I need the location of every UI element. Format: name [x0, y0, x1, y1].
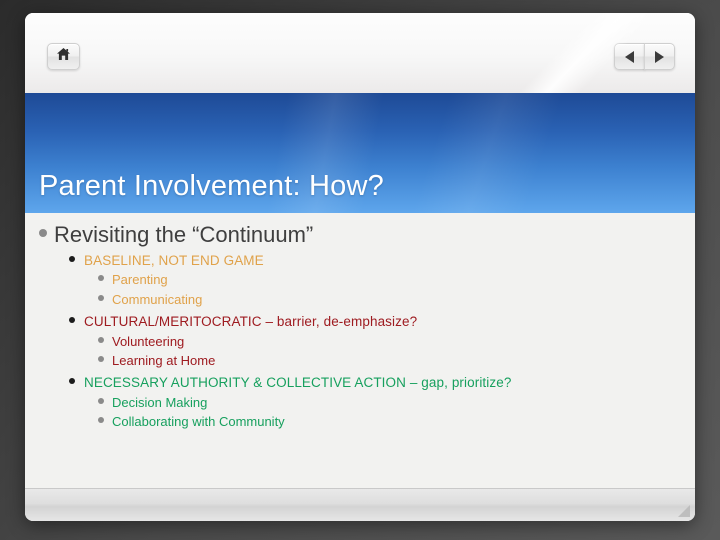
bullet-dot-icon — [98, 417, 104, 424]
group-heading: CULTURAL/MERITOCRATIC – barrier, de-emph… — [69, 314, 695, 331]
slide-title: Parent Involvement: How? — [39, 170, 384, 202]
presentation-viewer-window: Parent Involvement: How? Revisiting the … — [25, 13, 695, 521]
list-item-label: Learning at Home — [112, 353, 216, 368]
bullet-dot-icon — [98, 398, 104, 405]
bullet-dot-icon — [98, 275, 104, 282]
list-item: Decision Making — [98, 395, 695, 411]
next-slide-button[interactable] — [644, 43, 675, 70]
resize-grip-icon[interactable] — [678, 505, 690, 517]
slide-navigation-group — [614, 43, 675, 70]
slide-content: Revisiting the “Continuum” BASELINE, NOT… — [25, 213, 695, 487]
group-heading-text: NECESSARY AUTHORITY & COLLECTIVE ACTION … — [84, 375, 512, 391]
list-item-label: Parenting — [112, 272, 168, 288]
group-heading-text: CULTURAL/MERITOCRATIC – barrier, de-emph… — [84, 313, 418, 329]
slide-heading-text: Revisiting the “Continuum” — [54, 222, 314, 247]
slide-title-band: Parent Involvement: How? — [25, 93, 695, 213]
group-heading: NECESSARY AUTHORITY & COLLECTIVE ACTION … — [69, 375, 695, 392]
list-item: Volunteering — [98, 334, 695, 350]
triangle-right-icon — [655, 50, 664, 63]
content-group: BASELINE, NOT END GAME Parenting Communi… — [25, 253, 695, 308]
bullet-dot-icon — [69, 316, 75, 323]
bullet-dot-icon — [69, 378, 75, 385]
group-heading-text: BASELINE, NOT END GAME — [84, 252, 264, 268]
list-item-label: Decision Making — [112, 395, 208, 411]
list-item: Communicating — [98, 292, 695, 308]
status-bar — [25, 488, 695, 521]
bullet-dot-icon — [39, 229, 47, 237]
list-item-label: Collaborating with Community — [112, 414, 285, 430]
content-group: NECESSARY AUTHORITY & COLLECTIVE ACTION … — [25, 375, 695, 430]
viewer-toolbar — [25, 13, 695, 93]
list-item: Parenting — [98, 272, 695, 288]
list-item-label: Volunteering — [112, 333, 185, 349]
bullet-dot-icon — [98, 336, 104, 343]
slide-heading: Revisiting the “Continuum” — [39, 221, 695, 249]
bullet-dot-icon — [98, 356, 104, 362]
list-item-label: Communicating — [112, 291, 203, 307]
triangle-left-icon — [625, 50, 634, 63]
group-heading: BASELINE, NOT END GAME — [69, 253, 695, 270]
list-item: Collaborating with Community — [98, 414, 695, 430]
home-icon — [56, 47, 71, 66]
list-item: Learning at Home — [98, 353, 695, 369]
bullet-dot-icon — [98, 294, 104, 301]
previous-slide-button[interactable] — [614, 43, 645, 70]
content-group: CULTURAL/MERITOCRATIC – barrier, de-emph… — [25, 314, 695, 369]
home-button[interactable] — [47, 43, 80, 70]
bullet-dot-icon — [69, 255, 75, 262]
